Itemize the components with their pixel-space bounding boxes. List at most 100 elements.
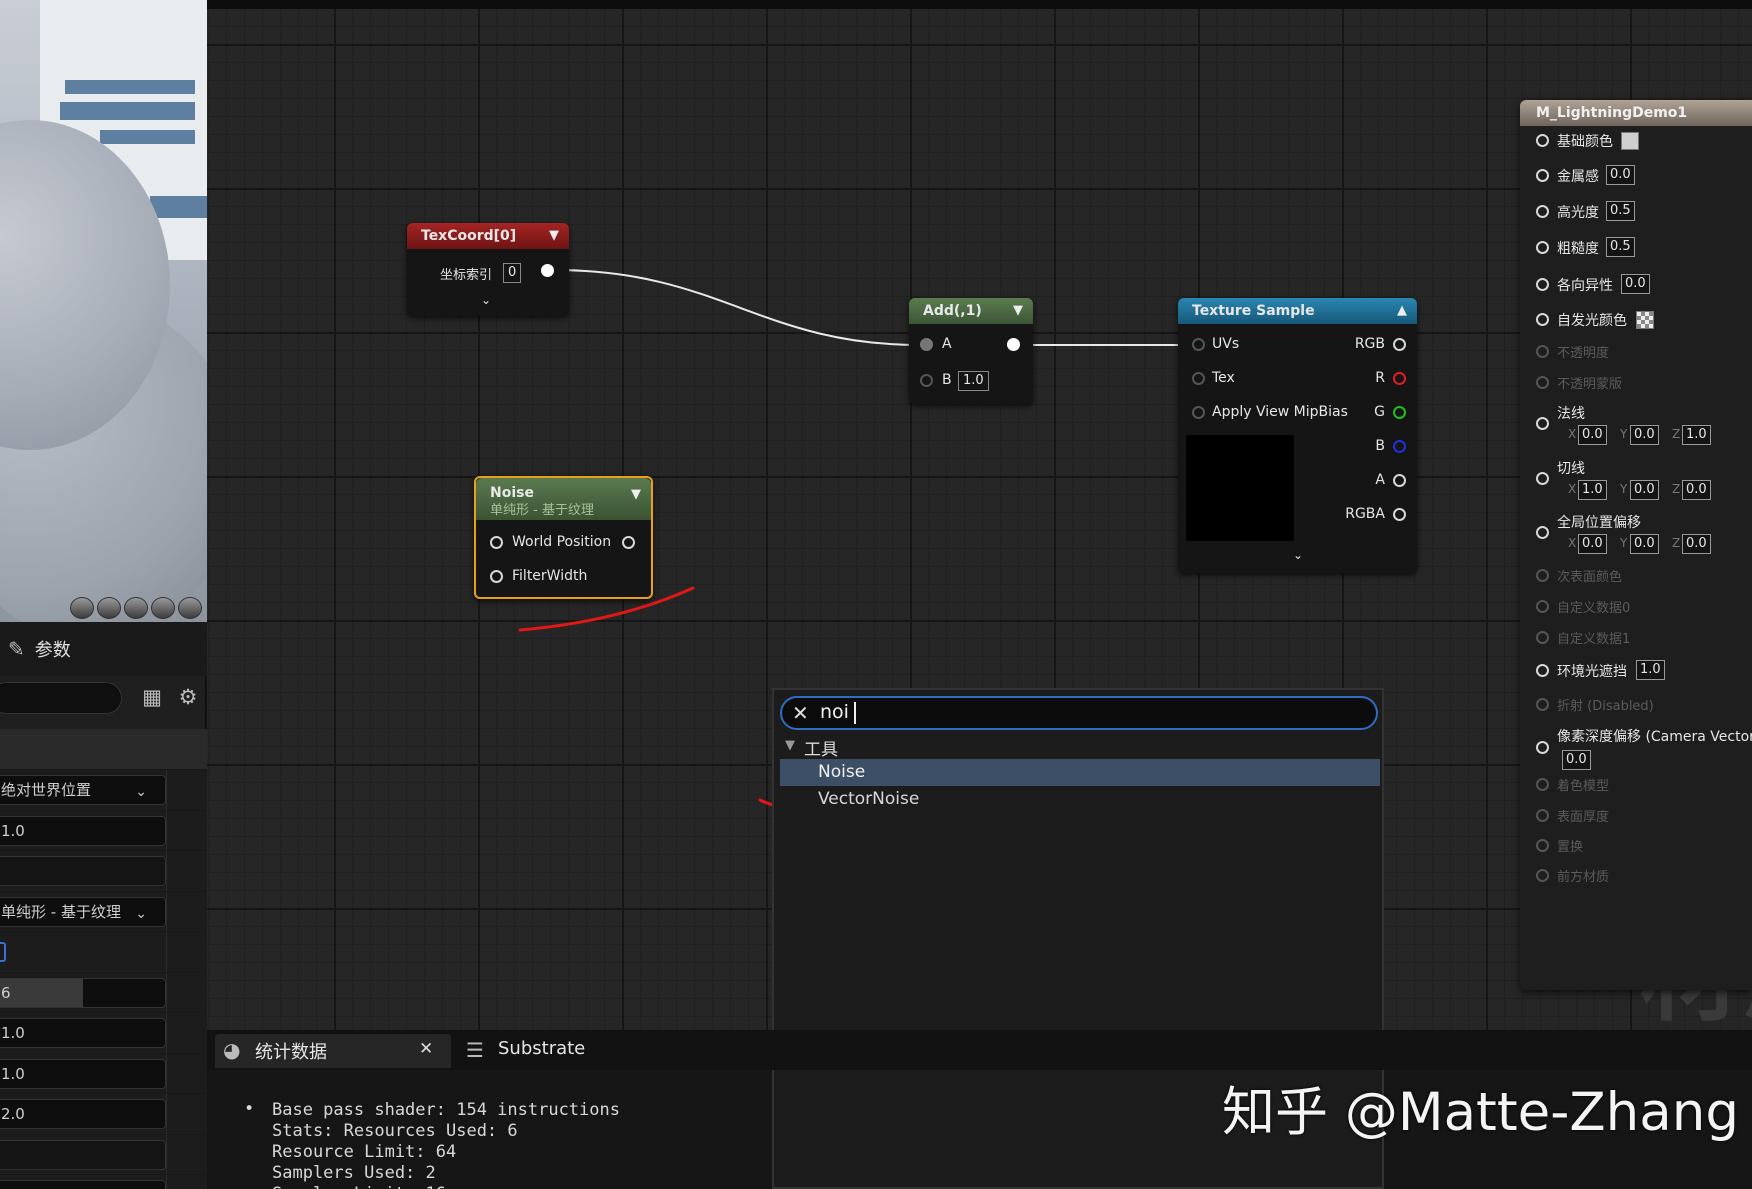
emissive-color-swatch[interactable] xyxy=(1636,311,1654,329)
parameters-search-input[interactable] xyxy=(0,682,122,714)
parameter-empty-field[interactable] xyxy=(0,1139,166,1170)
material-node-header[interactable]: M_LightningDemo1 xyxy=(1520,100,1752,126)
vector-component-y[interactable]: 0.0 xyxy=(1630,425,1659,445)
material-input-pin[interactable] xyxy=(1536,376,1549,389)
rgb-output-pin[interactable] xyxy=(1393,338,1406,351)
node-search-input[interactable]: ✕ noi xyxy=(780,696,1378,730)
material-pin-value[interactable]: 0.0 xyxy=(1621,274,1650,294)
add-pin-a-input[interactable] xyxy=(920,338,933,351)
add-output-pin[interactable] xyxy=(1007,338,1020,351)
material-input-pin[interactable] xyxy=(1536,664,1549,677)
plane-icon[interactable] xyxy=(124,597,148,619)
parameter-value-field[interactable]: 1.0 xyxy=(0,815,166,846)
mipbias-input-pin[interactable] xyxy=(1192,406,1205,419)
texcoord-output-pin[interactable] xyxy=(541,264,554,277)
coord-index-value[interactable]: 0 xyxy=(503,263,522,283)
material-input-pin[interactable] xyxy=(1536,778,1549,791)
parameter-value-field[interactable]: 512 xyxy=(0,1180,166,1189)
close-tab-icon[interactable]: ✕ xyxy=(419,1039,433,1059)
material-pin-value[interactable]: 0.0 xyxy=(1606,165,1635,185)
expand-chevron-icon[interactable]: ⌄ xyxy=(1293,548,1303,562)
add-node[interactable]: Add(,1) ▼ A B 1.0 xyxy=(909,298,1033,404)
clear-search-icon[interactable]: ✕ xyxy=(792,701,809,725)
collapse-triangle-icon[interactable]: ▼ xyxy=(785,738,795,753)
vector-component-y[interactable]: 0.0 xyxy=(1630,480,1659,500)
material-input-pin[interactable] xyxy=(1536,417,1549,430)
add-node-header[interactable]: Add(,1) ▼ xyxy=(909,298,1033,324)
search-result-noise[interactable]: Noise xyxy=(818,762,865,782)
substrate-tab[interactable]: ☰ Substrate xyxy=(462,1034,632,1068)
stats-tab[interactable]: ◕ 统计数据 ✕ xyxy=(215,1034,451,1068)
material-input-pin[interactable] xyxy=(1536,169,1549,182)
material-output-node[interactable]: M_LightningDemo1 基础颜色 金属感 0.0 高光度 0.5 粗糙度 0.5 各… xyxy=(1520,100,1752,990)
parameter-dropdown[interactable]: 单纯形 - 基于纹理 ⌄ xyxy=(0,896,166,927)
parameters-tab[interactable]: ✎ 参数 xyxy=(0,622,207,676)
material-input-pin[interactable] xyxy=(1536,313,1549,326)
material-input-pin[interactable] xyxy=(1536,869,1549,882)
chevron-up-icon[interactable]: ▲ xyxy=(1397,298,1407,324)
vector-component-x[interactable]: 0.0 xyxy=(1578,534,1607,554)
material-input-pin[interactable] xyxy=(1536,472,1549,485)
rgba-output-pin[interactable] xyxy=(1393,508,1406,521)
material-input-pin[interactable] xyxy=(1536,205,1549,218)
cube-icon[interactable] xyxy=(151,597,175,619)
material-input-pin[interactable] xyxy=(1536,698,1549,711)
preview-viewport[interactable] xyxy=(0,0,207,622)
cylinder-icon[interactable] xyxy=(70,597,94,619)
parameter-value-field[interactable]: 1.0 xyxy=(0,1058,166,1089)
texcoord-node-header[interactable]: TexCoord[0] ▼ xyxy=(407,223,569,249)
chevron-down-icon[interactable]: ▼ xyxy=(549,223,559,249)
parameter-checkbox[interactable] xyxy=(0,942,6,962)
texcoord-node[interactable]: TexCoord[0] ▼ 坐标索引 0 ⌄ xyxy=(407,223,569,316)
material-input-pin[interactable] xyxy=(1536,278,1549,291)
material-input-pin[interactable] xyxy=(1536,526,1549,539)
g-output-pin[interactable] xyxy=(1393,406,1406,419)
material-input-pin[interactable] xyxy=(1536,345,1549,358)
vector-component-y[interactable]: 0.0 xyxy=(1630,534,1659,554)
texture-sample-node[interactable]: Texture Sample ▲ UVs Tex Apply View MipB… xyxy=(1178,298,1417,573)
b-output-pin[interactable] xyxy=(1393,440,1406,453)
material-input-pin[interactable] xyxy=(1536,134,1549,147)
material-pin-value[interactable]: 0.5 xyxy=(1606,237,1635,257)
parameter-value-field[interactable]: 6 xyxy=(0,977,166,1008)
texture-sample-header[interactable]: Texture Sample ▲ xyxy=(1178,298,1417,324)
material-input-pin[interactable] xyxy=(1536,241,1549,254)
vector-component-x[interactable]: 0.0 xyxy=(1578,425,1607,445)
noise-node[interactable]: Noise 单纯形 - 基于纹理 ▼ World Position Filter… xyxy=(474,476,653,599)
material-input-pin[interactable] xyxy=(1536,809,1549,822)
expand-chevron-icon[interactable]: ⌄ xyxy=(481,293,491,307)
vector-component-z[interactable]: 0.0 xyxy=(1682,480,1711,500)
chevron-down-icon[interactable]: ▼ xyxy=(1013,298,1023,324)
material-pin-value[interactable]: 1.0 xyxy=(1636,660,1665,680)
teapot-icon[interactable] xyxy=(178,597,202,619)
parameter-empty-field[interactable] xyxy=(0,856,166,886)
material-pin-value[interactable]: 0.5 xyxy=(1606,201,1635,221)
material-input-pin[interactable] xyxy=(1536,631,1549,644)
add-pin-b-input[interactable] xyxy=(920,374,933,387)
a-output-pin[interactable] xyxy=(1393,474,1406,487)
material-input-pin[interactable] xyxy=(1536,839,1549,852)
filterwidth-input-pin[interactable] xyxy=(490,570,503,583)
parameter-dropdown[interactable]: 绝对世界位置 ⌄ xyxy=(0,775,166,805)
material-pin-value[interactable]: 0.0 xyxy=(1562,750,1591,770)
category-row[interactable]: ▼ 工具 xyxy=(785,734,1375,760)
vector-component-z[interactable]: 0.0 xyxy=(1682,534,1711,554)
sphere-icon[interactable] xyxy=(97,597,121,619)
vector-component-z[interactable]: 1.0 xyxy=(1682,425,1711,445)
vector-component-x[interactable]: 1.0 xyxy=(1578,480,1607,500)
parameter-value-field[interactable]: 2.0 xyxy=(0,1099,166,1129)
search-result-vectornoise[interactable]: VectorNoise xyxy=(818,789,919,809)
tex-input-pin[interactable] xyxy=(1192,372,1205,385)
noise-node-header[interactable]: Noise 单纯形 - 基于纹理 ▼ xyxy=(476,478,651,520)
uvs-input-pin[interactable] xyxy=(1192,338,1205,351)
table-view-icon[interactable]: ▦ xyxy=(139,684,165,710)
chevron-down-icon[interactable]: ▼ xyxy=(631,486,641,504)
base-color-swatch[interactable] xyxy=(1621,132,1639,150)
material-input-pin[interactable] xyxy=(1536,569,1549,582)
material-input-pin[interactable] xyxy=(1536,600,1549,613)
material-input-pin[interactable] xyxy=(1536,741,1549,754)
settings-gear-icon[interactable]: ⚙ xyxy=(175,684,201,710)
noise-output-pin[interactable] xyxy=(622,536,635,549)
add-b-value[interactable]: 1.0 xyxy=(958,371,989,391)
world-position-input-pin[interactable] xyxy=(490,536,503,549)
